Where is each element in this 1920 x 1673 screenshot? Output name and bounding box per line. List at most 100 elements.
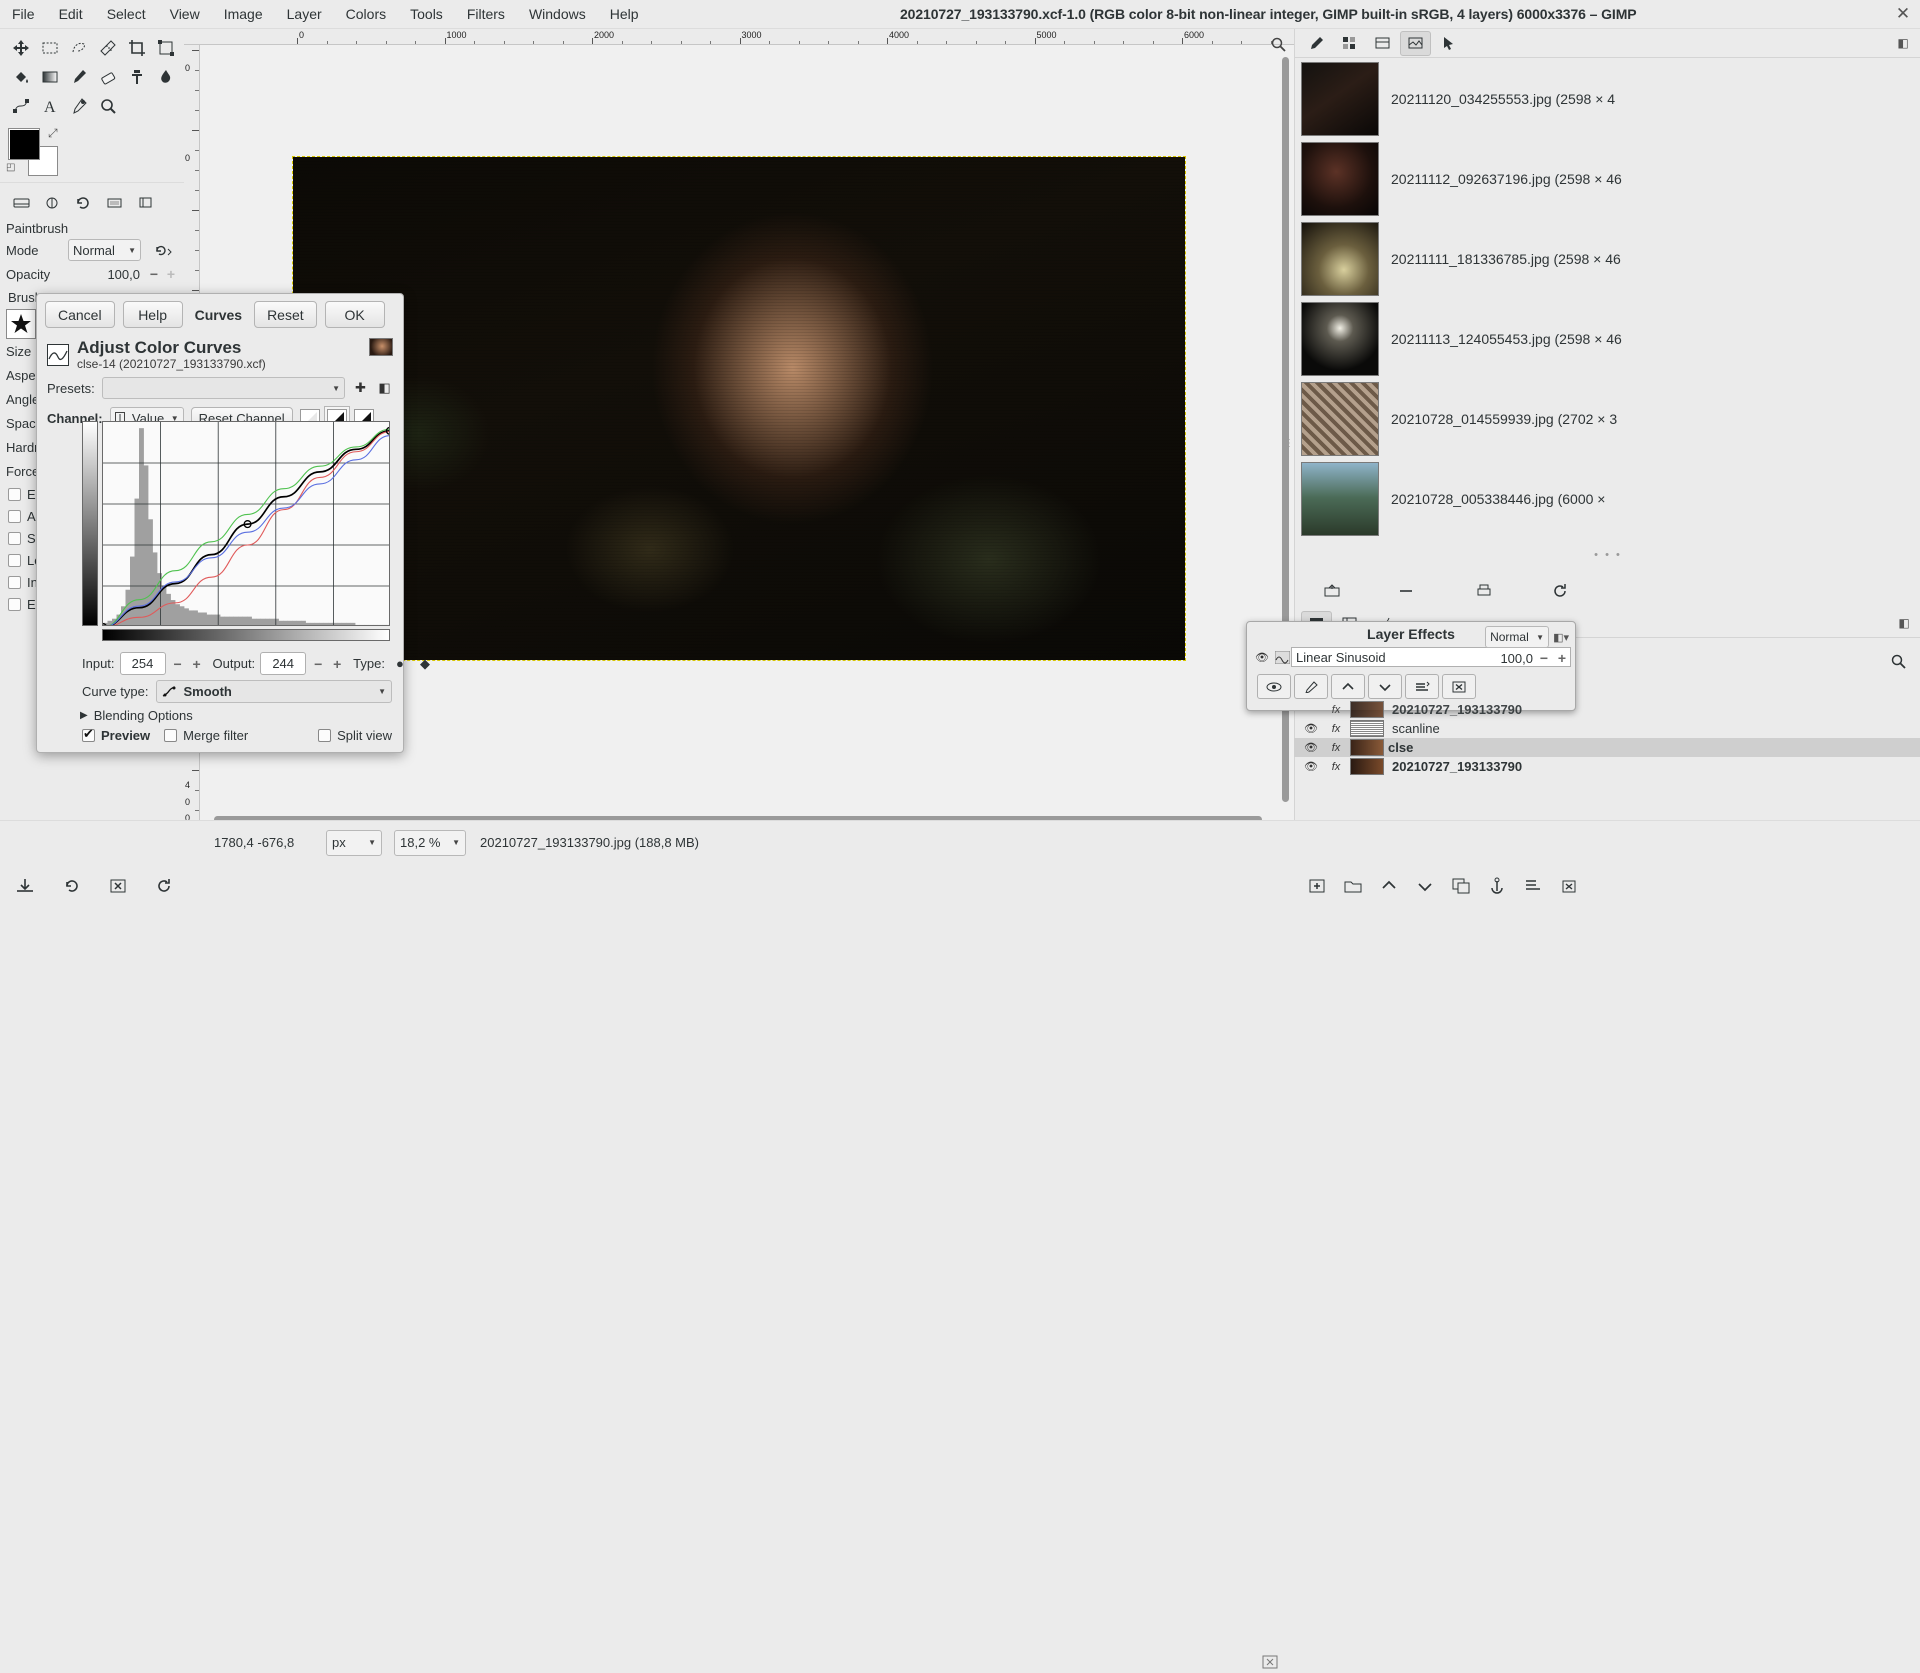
menu-item-tools[interactable]: Tools	[398, 3, 455, 25]
preview-thumbnail[interactable]	[369, 338, 393, 356]
cancel-operation-icon[interactable]	[1262, 1654, 1278, 1673]
menu-item-colors[interactable]: Colors	[334, 3, 398, 25]
raise-image-icon[interactable]	[1317, 578, 1347, 604]
merge-effect-button[interactable]	[1405, 674, 1439, 699]
smooth-checkbox[interactable]	[8, 531, 21, 545]
eye-icon[interactable]: 👁	[1300, 722, 1322, 735]
delete-icon[interactable]	[103, 873, 133, 899]
output-decrement-button[interactable]: −	[311, 656, 325, 672]
layer-thumbnail[interactable]	[1350, 720, 1384, 737]
zoom-tool-icon[interactable]	[93, 91, 122, 120]
table-row[interactable]: fx 20210727_193133790	[1294, 700, 1920, 719]
incremental-checkbox[interactable]	[8, 575, 21, 589]
pattern-preset-icon[interactable]	[37, 189, 68, 215]
free-select-tool-icon[interactable]	[64, 33, 93, 62]
gradient-preset-icon[interactable]	[99, 189, 130, 215]
cancel-button[interactable]: Cancel	[45, 301, 115, 328]
tab-patterns[interactable]	[1334, 31, 1365, 56]
opacity-decrement-button[interactable]: −	[1537, 650, 1551, 666]
move-tool-icon[interactable]	[6, 33, 35, 62]
tab-images[interactable]	[1400, 30, 1431, 56]
lock-checkbox[interactable]	[8, 553, 21, 567]
split-view-checkbox[interactable]	[318, 729, 332, 742]
transform-tool-icon[interactable]	[151, 33, 180, 62]
duplicate-layer-icon[interactable]	[1446, 873, 1476, 899]
thumbnail[interactable]	[1301, 382, 1379, 456]
print-icon[interactable]	[1469, 578, 1499, 604]
lower-effect-button[interactable]	[1368, 674, 1402, 699]
eye-icon[interactable]: 👁	[1300, 741, 1322, 754]
refresh-icon[interactable]	[1545, 578, 1575, 604]
layer-effects-popup[interactable]: Layer Effects Normal ▼ ◧▾ 👁 Linear Sinus…	[1246, 621, 1576, 711]
opacity-increment-button[interactable]: +	[1555, 650, 1569, 666]
lower-layer-icon[interactable]	[1410, 873, 1440, 899]
menu-item-view[interactable]: View	[158, 3, 212, 25]
curves-dialog[interactable]: Cancel Help Curves Reset OK Adjust Color…	[36, 293, 430, 753]
gradient-tool-icon[interactable]	[35, 62, 64, 91]
layer-thumbnail[interactable]	[1350, 739, 1384, 756]
output-field[interactable]: 244	[260, 652, 307, 675]
minimize-icon[interactable]	[1391, 578, 1421, 604]
menu-item-image[interactable]: Image	[212, 3, 275, 25]
brush-preview[interactable]	[6, 309, 36, 339]
mode-select[interactable]: Normal ▼	[68, 239, 141, 261]
clone-tool-icon[interactable]	[122, 62, 151, 91]
window-close-button[interactable]: ✕	[1886, 4, 1920, 24]
menu-item-layer[interactable]: Layer	[275, 3, 334, 25]
eye-icon[interactable]: 👁	[1300, 760, 1322, 773]
curve-graph[interactable]	[102, 421, 390, 626]
curve-plot[interactable]	[103, 422, 390, 626]
smudge-tool-icon[interactable]	[151, 62, 180, 91]
swap-colors-icon[interactable]: ⤢	[48, 126, 58, 141]
preset-menu-icon[interactable]: ◧	[376, 378, 393, 398]
raise-layer-icon[interactable]	[1374, 873, 1404, 899]
anchor-layer-icon[interactable]	[1482, 873, 1512, 899]
list-item[interactable]: 20211112_092637196.jpg (2598 × 46	[1295, 139, 1920, 219]
fx-badge[interactable]: fx	[1322, 742, 1350, 754]
layer-opacity-control[interactable]: 100,0 − +	[1500, 650, 1569, 666]
tab-pointer[interactable]	[1433, 31, 1464, 56]
menu-item-windows[interactable]: Windows	[517, 3, 598, 25]
list-item[interactable]: 20210728_005338446.jpg (6000 ×	[1295, 459, 1920, 539]
curve-type-select[interactable]: Smooth ▼	[156, 680, 392, 703]
eraser-tool-icon[interactable]	[93, 62, 122, 91]
output-increment-button[interactable]: +	[330, 656, 344, 672]
menu-item-edit[interactable]: Edit	[47, 3, 95, 25]
presets-select[interactable]: ▼	[101, 377, 345, 399]
brush-preset-icon[interactable]	[6, 189, 37, 215]
panel-resize-handle[interactable]: ⋮	[1284, 438, 1294, 449]
menu-item-file[interactable]: File	[0, 3, 47, 25]
image-list[interactable]: 20211120_034255553.jpg (2598 × 4 2021111…	[1295, 59, 1920, 544]
layer-search-icon[interactable]	[1884, 648, 1914, 674]
edit-effect-button[interactable]	[1294, 674, 1328, 699]
unit-select[interactable]: px ▼	[326, 829, 382, 856]
image-canvas[interactable]	[292, 156, 1186, 661]
expander-triangle-icon[interactable]: ▶	[80, 710, 88, 721]
merge-layer-icon[interactable]	[1518, 873, 1548, 899]
tab-brushes[interactable]	[1301, 31, 1332, 56]
help-button[interactable]: Help	[122, 301, 183, 328]
rect-select-tool-icon[interactable]	[35, 33, 64, 62]
foreground-color-swatch[interactable]	[8, 128, 40, 160]
add-preset-icon[interactable]: ✚	[352, 378, 369, 398]
menu-item-help[interactable]: Help	[598, 3, 651, 25]
reset-colors-icon[interactable]: ◰	[6, 162, 15, 173]
input-decrement-button[interactable]: −	[171, 656, 185, 672]
save-icon[interactable]	[10, 873, 40, 899]
thumbnail[interactable]	[1301, 302, 1379, 376]
smooth-point-icon[interactable]: ●	[390, 654, 410, 674]
text-tool-icon[interactable]: A	[35, 91, 64, 120]
thumbnail[interactable]	[1301, 462, 1379, 536]
layer-mode-extra-icon[interactable]: ◧▾	[1553, 631, 1569, 644]
menu-item-select[interactable]: Select	[95, 3, 158, 25]
enable-checkbox[interactable]	[8, 487, 21, 501]
thumbnail[interactable]	[1301, 62, 1379, 136]
eye-icon[interactable]: 👁	[1251, 651, 1273, 664]
mode-reset-icon[interactable]	[147, 237, 178, 263]
new-layer-icon[interactable]	[1302, 873, 1332, 899]
reset-icon[interactable]	[149, 873, 179, 899]
canvas-zoom-icon[interactable]	[1270, 36, 1286, 55]
apply-checkbox[interactable]	[8, 509, 21, 523]
layer-thumbnail[interactable]	[1350, 758, 1384, 775]
color-swatches[interactable]: ⤢ ◰	[6, 126, 68, 176]
